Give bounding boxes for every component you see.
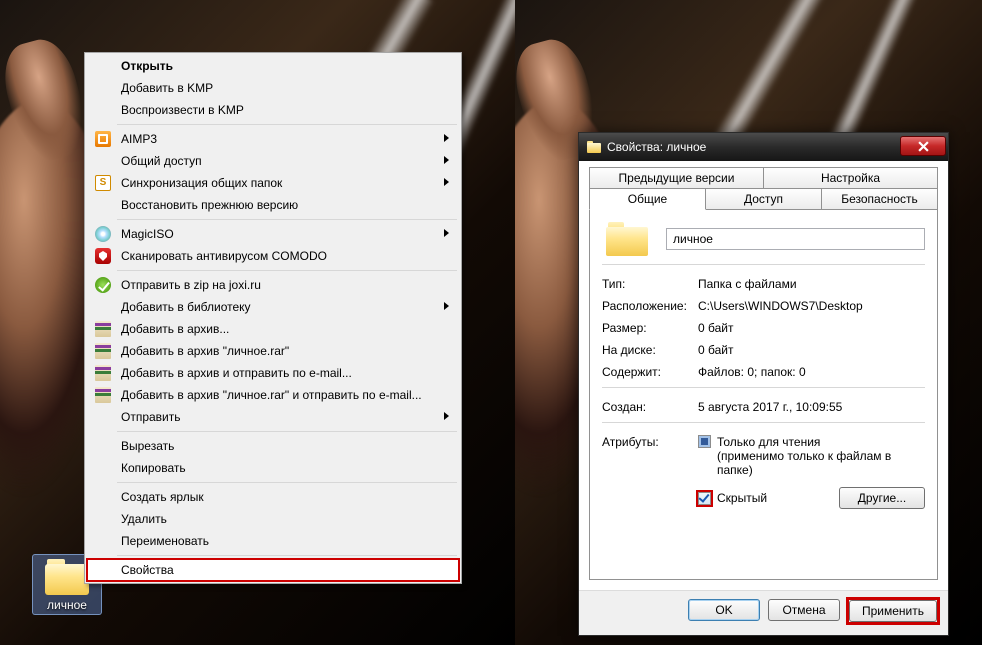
dialog-title: Свойства: личное bbox=[607, 140, 900, 154]
apply-button[interactable]: Применить bbox=[849, 600, 937, 622]
joxi-icon bbox=[95, 277, 111, 293]
tab-general[interactable]: Общие bbox=[589, 188, 706, 210]
hidden-label: Скрытый bbox=[717, 491, 839, 505]
ctx-archive-name-email[interactable]: Добавить в архив "личное.rar" и отправит… bbox=[87, 384, 459, 406]
submenu-arrow-icon bbox=[444, 178, 449, 186]
winrar-icon bbox=[95, 387, 111, 403]
tab-security[interactable]: Безопасность bbox=[822, 188, 938, 210]
ctx-add-archive[interactable]: Добавить в архив... bbox=[87, 318, 459, 340]
ctx-library[interactable]: Добавить в библиотеку bbox=[87, 296, 459, 318]
ctx-comodo[interactable]: Сканировать антивирусом COMODO bbox=[87, 245, 459, 267]
size-label: Размер: bbox=[602, 321, 698, 335]
readonly-label: Только для чтения bbox=[717, 435, 925, 449]
created-label: Создан: bbox=[602, 400, 698, 414]
location-label: Расположение: bbox=[602, 299, 698, 313]
dialog-titlebar[interactable]: Свойства: личное bbox=[579, 133, 948, 161]
ctx-sync[interactable]: SСинхронизация общих папок bbox=[87, 172, 459, 194]
ctx-cut[interactable]: Вырезать bbox=[87, 435, 459, 457]
ctx-play-kmp[interactable]: Воспроизвести в KMP bbox=[87, 99, 459, 121]
ctx-archive-email[interactable]: Добавить в архив и отправить по e-mail..… bbox=[87, 362, 459, 384]
winrar-icon bbox=[95, 365, 111, 381]
aimp-icon bbox=[95, 131, 111, 147]
tab-panel-general: Тип:Папка с файлами Расположение:C:\User… bbox=[589, 210, 938, 580]
submenu-arrow-icon bbox=[444, 134, 449, 142]
submenu-arrow-icon bbox=[444, 156, 449, 164]
ctx-copy[interactable]: Копировать bbox=[87, 457, 459, 479]
attributes-label: Атрибуты: bbox=[602, 435, 698, 449]
tab-sharing[interactable]: Доступ bbox=[706, 188, 822, 210]
readonly-checkbox[interactable] bbox=[698, 435, 711, 448]
folder-icon bbox=[587, 141, 601, 153]
ondisk-label: На диске: bbox=[602, 343, 698, 357]
ctx-add-archive-name[interactable]: Добавить в архив "личное.rar" bbox=[87, 340, 459, 362]
ctx-rename[interactable]: Переименовать bbox=[87, 530, 459, 552]
ctx-add-kmp[interactable]: Добавить в KMP bbox=[87, 77, 459, 99]
dialog-button-row: OK Отмена Применить bbox=[579, 590, 948, 635]
hidden-checkbox[interactable] bbox=[698, 492, 711, 505]
folder-icon bbox=[45, 559, 89, 595]
submenu-arrow-icon bbox=[444, 412, 449, 420]
size-value: 0 байт bbox=[698, 321, 733, 335]
contains-label: Содержит: bbox=[602, 365, 698, 379]
ctx-open[interactable]: Открыть bbox=[87, 55, 459, 77]
comodo-icon bbox=[95, 248, 111, 264]
folder-name-input[interactable] bbox=[666, 228, 925, 250]
ok-button[interactable]: OK bbox=[688, 599, 760, 621]
winrar-icon bbox=[95, 321, 111, 337]
ctx-send-to[interactable]: Отправить bbox=[87, 406, 459, 428]
desktop-folder-label: личное bbox=[35, 598, 99, 612]
ctx-shortcut[interactable]: Создать ярлык bbox=[87, 486, 459, 508]
submenu-arrow-icon bbox=[444, 302, 449, 310]
ctx-magiciso[interactable]: MagicISO bbox=[87, 223, 459, 245]
ctx-properties[interactable]: Свойства bbox=[87, 559, 459, 581]
ctx-restore[interactable]: Восстановить прежнюю версию bbox=[87, 194, 459, 216]
folder-large-icon bbox=[606, 222, 648, 256]
tab-customize[interactable]: Настройка bbox=[764, 167, 938, 189]
submenu-arrow-icon bbox=[444, 229, 449, 237]
ctx-joxi[interactable]: Отправить в zip на joxi.ru bbox=[87, 274, 459, 296]
ondisk-value: 0 байт bbox=[698, 343, 733, 357]
tab-previous-versions[interactable]: Предыдущие версии bbox=[589, 167, 764, 189]
sync-icon: S bbox=[95, 175, 111, 191]
type-value: Папка с файлами bbox=[698, 277, 797, 291]
contains-value: Файлов: 0; папок: 0 bbox=[698, 365, 806, 379]
winrar-icon bbox=[95, 343, 111, 359]
context-menu: Открыть Добавить в KMP Воспроизвести в K… bbox=[84, 52, 462, 584]
close-button[interactable] bbox=[900, 136, 946, 156]
readonly-hint: (применимо только к файлам в папке) bbox=[717, 449, 925, 477]
ctx-share[interactable]: Общий доступ bbox=[87, 150, 459, 172]
desktop-left: личное Открыть Добавить в KMP Воспроизве… bbox=[0, 0, 515, 645]
properties-dialog: Свойства: личное Предыдущие версии Настр… bbox=[578, 132, 949, 636]
advanced-button[interactable]: Другие... bbox=[839, 487, 925, 509]
ctx-aimp[interactable]: AIMP3 bbox=[87, 128, 459, 150]
disc-icon bbox=[95, 226, 111, 242]
ctx-delete[interactable]: Удалить bbox=[87, 508, 459, 530]
type-label: Тип: bbox=[602, 277, 698, 291]
cancel-button[interactable]: Отмена bbox=[768, 599, 840, 621]
close-icon bbox=[918, 141, 929, 152]
created-value: 5 августа 2017 г., 10:09:55 bbox=[698, 400, 842, 414]
location-value: C:\Users\WINDOWS7\Desktop bbox=[698, 299, 863, 313]
